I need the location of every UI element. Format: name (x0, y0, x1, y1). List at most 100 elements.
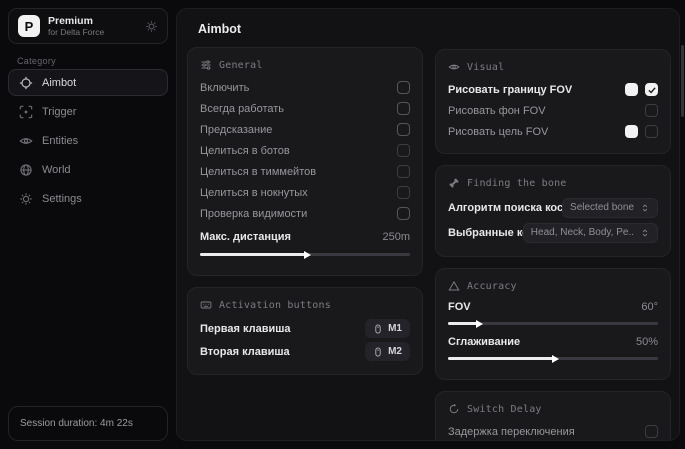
main-content: Aimbot General Включить Всегда раб (176, 8, 680, 441)
refresh-clock-icon (448, 403, 460, 415)
slider-fill (448, 322, 477, 325)
dropdown-value: Selected bone (570, 202, 634, 213)
column-right: Visual Рисовать границу FOV Рисовать фон… (435, 49, 671, 441)
visual-label: Рисовать цель FOV (448, 126, 548, 138)
dropdown-value: Head, Neck, Body, Pe.. (531, 227, 634, 238)
checkbox-checked[interactable] (645, 83, 658, 96)
keybind-label: Первая клавиша (200, 323, 291, 335)
checkbox[interactable] (397, 165, 410, 178)
eye-icon (19, 134, 33, 148)
fov-slider[interactable] (448, 322, 658, 325)
panel-general: General Включить Всегда работать Предска… (187, 47, 423, 276)
mouse-icon (373, 324, 383, 334)
toggle-row: Включить (200, 77, 410, 98)
slider-label: Макс. дистанция (200, 231, 291, 243)
slider-row-smoothing: Сглаживание 50% (448, 333, 658, 351)
brand-logo: P (18, 15, 40, 37)
bone-algorithm-select[interactable]: Selected bone (562, 198, 658, 218)
visual-row: Рисовать фон FOV (448, 100, 658, 121)
panel-switch-delay: Switch Delay Задержка переключения Задер… (435, 391, 671, 441)
keybind-key: M2 (388, 346, 402, 357)
panel-title: Finding the bone (467, 178, 567, 189)
sidebar-item-settings[interactable]: Settings (8, 185, 168, 212)
sidebar-item-world[interactable]: World (8, 156, 168, 183)
sidebar-item-label: World (42, 164, 71, 176)
brand-subtitle: for Delta Force (48, 27, 137, 37)
gear-icon (19, 192, 33, 206)
bone-icon (448, 177, 460, 189)
toggle-row: Целиться в тиммейтов (200, 161, 410, 182)
checkbox[interactable] (397, 123, 410, 136)
slider-thumb[interactable] (476, 320, 483, 328)
panel-finding-bone: Finding the bone Алгоритм поиска костей … (435, 165, 671, 257)
brand-card: P Premium for Delta Force (8, 8, 168, 44)
sidebar-item-label: Settings (42, 193, 82, 205)
toggle-row: Предсказание (200, 119, 410, 140)
checkbox[interactable] (397, 207, 410, 220)
checkbox[interactable] (645, 104, 658, 117)
keyboard-icon (200, 299, 212, 311)
checkbox[interactable] (397, 186, 410, 199)
checkbox[interactable] (397, 81, 410, 94)
panel-activation-header: Activation buttons (200, 297, 410, 313)
visual-controls (625, 125, 658, 138)
visual-row: Рисовать цель FOV (448, 121, 658, 142)
slider-thumb[interactable] (552, 355, 559, 363)
panel-title: Switch Delay (467, 404, 542, 415)
sidebar-item-entities[interactable]: Entities (8, 127, 168, 154)
slider-fill (200, 253, 305, 256)
slider-thumb[interactable] (304, 251, 311, 259)
panel-title: Visual (467, 62, 504, 73)
checkbox[interactable] (397, 144, 410, 157)
color-swatch[interactable] (625, 125, 638, 138)
session-duration-text: Session duration: 4m 22s (20, 418, 133, 429)
toggle-row: Целиться в нокнутых (200, 182, 410, 203)
panel-general-header: General (200, 57, 410, 73)
sliders-icon (200, 59, 212, 71)
toggle-row: Задержка переключения (448, 421, 658, 441)
panel-title: General (219, 60, 263, 71)
smoothing-slider[interactable] (448, 357, 658, 360)
toggle-label: Всегда работать (200, 103, 284, 115)
session-duration: Session duration: 4m 22s (8, 406, 168, 441)
toggle-label: Включить (200, 82, 249, 94)
keybind-label: Вторая клавиша (200, 346, 290, 358)
color-swatch[interactable] (625, 83, 638, 96)
toggle-label: Целиться в нокнутых (200, 187, 308, 199)
sidebar-nav: Aimbot Trigger Entities (8, 69, 168, 214)
checkbox[interactable] (397, 102, 410, 115)
panel-title: Activation buttons (219, 300, 331, 311)
keybind-button[interactable]: M1 (365, 319, 410, 338)
panel-switch-delay-header: Switch Delay (448, 401, 658, 417)
selected-bones-select[interactable]: Head, Neck, Body, Pe.. (523, 223, 658, 243)
triangle-icon (448, 280, 460, 292)
slider-value: 60° (641, 301, 658, 313)
panel-visual: Visual Рисовать границу FOV Рисовать фон… (435, 49, 671, 154)
dropdown-label: Выбранные кости (448, 227, 523, 239)
visual-controls (645, 104, 658, 117)
panel-bone-header: Finding the bone (448, 175, 658, 191)
gear-icon[interactable] (145, 20, 158, 33)
panel-title: Accuracy (467, 281, 517, 292)
check-icon (647, 85, 657, 95)
toggle-label: Предсказание (200, 124, 272, 136)
toggle-label: Целиться в ботов (200, 145, 290, 157)
viewfinder-icon (19, 105, 33, 119)
checkbox[interactable] (645, 125, 658, 138)
keybind-key: M1 (388, 323, 402, 334)
checkbox[interactable] (645, 425, 658, 438)
slider-row-fov: FOV 60° (448, 298, 658, 316)
scrollbar[interactable] (681, 45, 684, 117)
visual-label: Рисовать границу FOV (448, 84, 572, 96)
toggle-label: Задержка переключения (448, 426, 575, 438)
max-distance-slider[interactable] (200, 253, 410, 256)
dropdown-row: Алгоритм поиска костей Selected bone (448, 195, 658, 220)
unfold-icon (640, 228, 650, 238)
sidebar-item-trigger[interactable]: Trigger (8, 98, 168, 125)
slider-value: 50% (636, 336, 658, 348)
keybind-button[interactable]: M2 (365, 342, 410, 361)
toggle-row: Целиться в ботов (200, 140, 410, 161)
globe-icon (19, 163, 33, 177)
sidebar-item-aimbot[interactable]: Aimbot (8, 69, 168, 96)
sidebar: P Premium for Delta Force Category (0, 0, 176, 449)
